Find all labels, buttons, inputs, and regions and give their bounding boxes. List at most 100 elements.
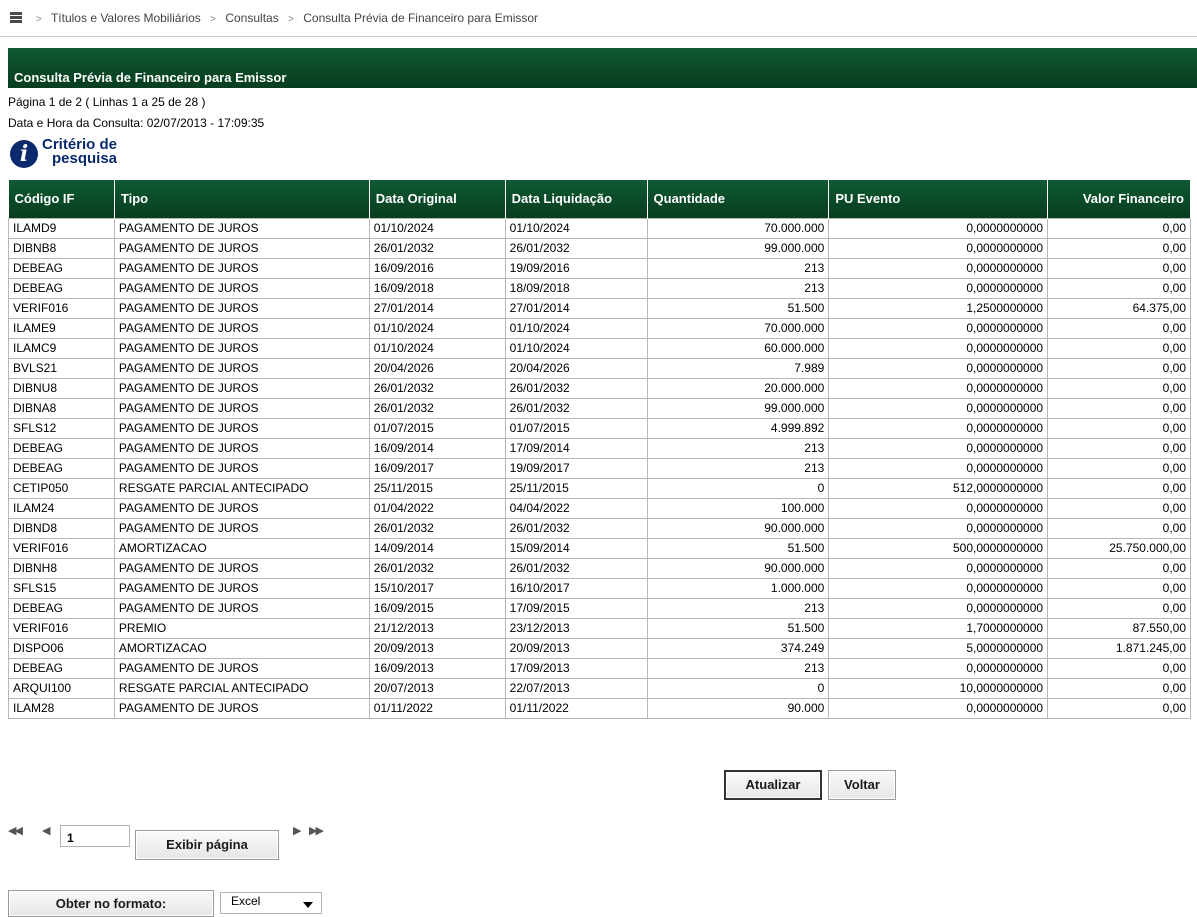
table-cell: 213 [646, 257, 830, 279]
table-cell: 1,7000000000 [828, 617, 1049, 639]
table-cell: 16/09/2017 [368, 457, 506, 479]
table-cell: 0,00 [1047, 697, 1191, 719]
table-cell: DEBEAG [8, 257, 115, 279]
table-cell: PAGAMENTO DE JUROS [113, 377, 370, 399]
show-page-button[interactable]: Exibir página [135, 830, 279, 860]
next-page-icon[interactable]: ▶ [293, 824, 302, 837]
table-cell: 0,00 [1047, 437, 1191, 459]
table-cell: 51.500 [646, 537, 830, 559]
table-cell: 0,00 [1047, 357, 1191, 379]
table-cell: 0,00 [1047, 237, 1191, 259]
table-cell: 213 [646, 657, 830, 679]
table-row: DIBNH8 PAGAMENTO DE JUROS 26/01/2032 26/01/… [8, 557, 1191, 579]
column-header-pu-evento[interactable]: PU Evento [828, 180, 1049, 218]
column-header-valor-financeiro[interactable]: Valor Financeiro [1047, 180, 1191, 218]
table-row: DEBEAG PAGAMENTO DE JUROS 16/09/2015 17/09/… [8, 597, 1191, 619]
breadcrumb-item-current: Consulta Prévia de Financeiro para Emiss… [303, 11, 539, 25]
breadcrumb-item-titulos[interactable]: Títulos e Valores Mobiliários [51, 11, 201, 25]
export-format-select[interactable]: Excel [220, 892, 322, 914]
table-header-row: Código IF Tipo Data Original Data Liquid… [8, 180, 1191, 218]
column-header-quantidade[interactable]: Quantidade [647, 180, 830, 218]
table-row: DEBEAG PAGAMENTO DE JUROS 16/09/2017 19/09/… [8, 457, 1191, 479]
table-cell: 0,0000000000 [828, 657, 1049, 679]
table-cell: 51.500 [646, 617, 830, 639]
table-cell: PAGAMENTO DE JUROS [113, 217, 370, 239]
table-cell: PAGAMENTO DE JUROS [113, 657, 370, 679]
first-page-icon[interactable]: ◀◀ [8, 824, 23, 837]
menu-icon[interactable] [10, 12, 22, 23]
table-cell: 0,0000000000 [828, 217, 1049, 239]
table-cell: 01/10/2024 [368, 317, 506, 339]
table-cell: 26/01/2032 [504, 557, 648, 579]
column-header-data-original[interactable]: Data Original [369, 180, 506, 218]
table-cell: 0,0000000000 [828, 377, 1049, 399]
page-info: Página 1 de 2 ( Linhas 1 a 25 de 28 ) [8, 95, 206, 109]
column-header-tipo[interactable]: Tipo [114, 180, 370, 218]
table-cell: BVLS21 [8, 357, 115, 379]
table-cell: DIBNB8 [8, 237, 115, 259]
table-cell: 18/09/2018 [504, 277, 648, 299]
table-cell: 0,00 [1047, 597, 1191, 619]
table-row: DIBNB8 PAGAMENTO DE JUROS 26/01/2032 26/01/… [8, 237, 1191, 259]
table-cell: DIBNH8 [8, 557, 115, 579]
table-cell: 20/04/2026 [368, 357, 506, 379]
breadcrumb-item-consultas[interactable]: Consultas [225, 11, 278, 25]
table-cell: 4.999.892 [646, 417, 830, 439]
table-cell: 0,0000000000 [828, 597, 1049, 619]
table-cell: 0,0000000000 [828, 357, 1049, 379]
table-cell: 1.000.000 [646, 577, 830, 599]
table-cell: 51.500 [646, 297, 830, 319]
export-button[interactable]: Obter no formato: [8, 890, 214, 917]
table-cell: 0,00 [1047, 377, 1191, 399]
table-cell: 0,0000000000 [828, 497, 1049, 519]
table-row: ILAMC9 PAGAMENTO DE JUROS 01/10/2024 01/10/… [8, 337, 1191, 359]
table-cell: RESGATE PARCIAL ANTECIPADO [113, 477, 370, 499]
table-cell: 20.000.000 [646, 377, 830, 399]
results-table: Código IF Tipo Data Original Data Liquid… [8, 180, 1191, 719]
table-cell: 26/01/2032 [504, 377, 648, 399]
table-cell: 0,00 [1047, 677, 1191, 699]
table-cell: 0,0000000000 [828, 337, 1049, 359]
table-cell: 16/09/2015 [368, 597, 506, 619]
table-cell: 17/09/2013 [504, 657, 648, 679]
table-cell: SFLS12 [8, 417, 115, 439]
table-cell: 0 [646, 677, 830, 699]
table-cell: 0,0000000000 [828, 437, 1049, 459]
table-row: VERIF016 PAGAMENTO DE JUROS 27/01/2014 27/0… [8, 297, 1191, 319]
table-cell: 0,0000000000 [828, 577, 1049, 599]
table-cell: 21/12/2013 [368, 617, 506, 639]
back-button[interactable]: Voltar [828, 770, 896, 800]
table-cell: 01/10/2024 [504, 337, 648, 359]
column-header-data-liquidacao[interactable]: Data Liquidação [505, 180, 648, 218]
table-cell: 25/11/2015 [504, 477, 648, 499]
table-cell: DEBEAG [8, 277, 115, 299]
table-cell: CETIP050 [8, 477, 115, 499]
refresh-button[interactable]: Atualizar [724, 770, 822, 800]
table-cell: 16/10/2017 [504, 577, 648, 599]
table-cell: 213 [646, 597, 830, 619]
table-cell: PAGAMENTO DE JUROS [113, 417, 370, 439]
table-cell: 01/11/2022 [504, 697, 648, 719]
table-cell: 0,00 [1047, 257, 1191, 279]
table-cell: 0,00 [1047, 417, 1191, 439]
last-page-icon[interactable]: ▶▶ [309, 824, 324, 837]
table-cell: 70.000.000 [646, 217, 830, 239]
table-cell: 04/04/2022 [504, 497, 648, 519]
previous-page-icon[interactable]: ◀ [42, 824, 51, 837]
column-header-codigo-if[interactable]: Código IF [8, 180, 115, 218]
table-row: VERIF016 PREMIO 21/12/2013 23/12/2013 51.500… [8, 617, 1191, 639]
table-cell: 14/09/2014 [368, 537, 506, 559]
table-cell: 26/01/2032 [504, 517, 648, 539]
table-cell: 0,00 [1047, 457, 1191, 479]
breadcrumb-separator: > [210, 14, 216, 25]
table-cell: ILAMD9 [8, 217, 115, 239]
table-cell: 22/07/2013 [504, 677, 648, 699]
table-row: BVLS21 PAGAMENTO DE JUROS 20/04/2026 20/04/… [8, 357, 1191, 379]
table-cell: PAGAMENTO DE JUROS [113, 497, 370, 519]
table-cell: 01/11/2022 [368, 697, 506, 719]
page-number-input[interactable]: 1 [60, 825, 130, 847]
table-cell: 500,0000000000 [828, 537, 1049, 559]
chevron-down-icon [303, 902, 313, 908]
table-cell: 64.375,00 [1047, 297, 1191, 319]
table-cell: 0,0000000000 [828, 317, 1049, 339]
